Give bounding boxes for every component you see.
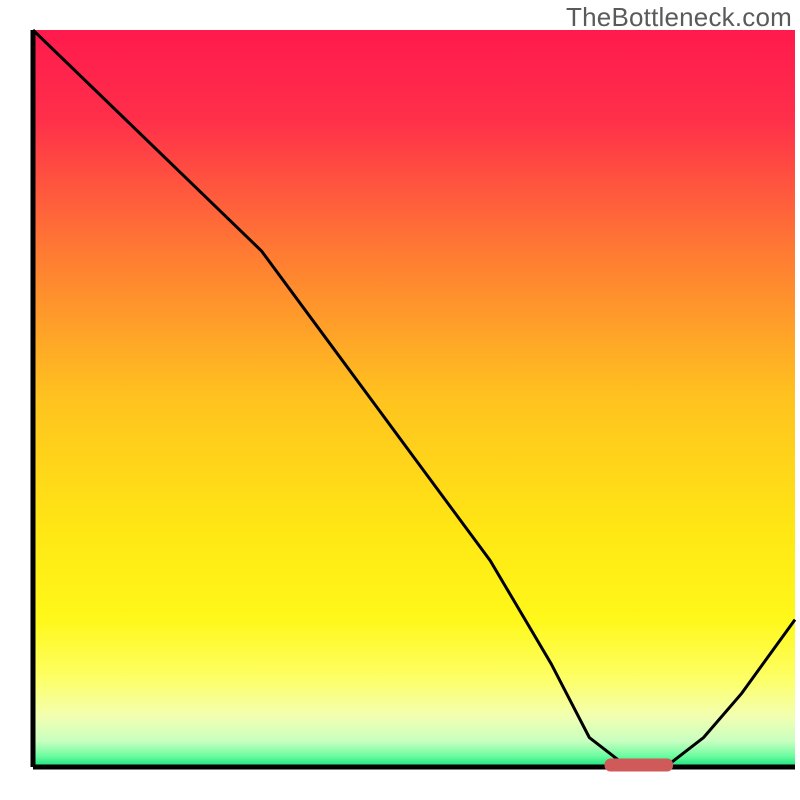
watermark-text: TheBottleneck.com: [566, 2, 792, 33]
plot-svg: [0, 0, 800, 800]
bottleneck-chart: TheBottleneck.com: [0, 0, 800, 800]
optimal-range-marker: [605, 759, 674, 772]
